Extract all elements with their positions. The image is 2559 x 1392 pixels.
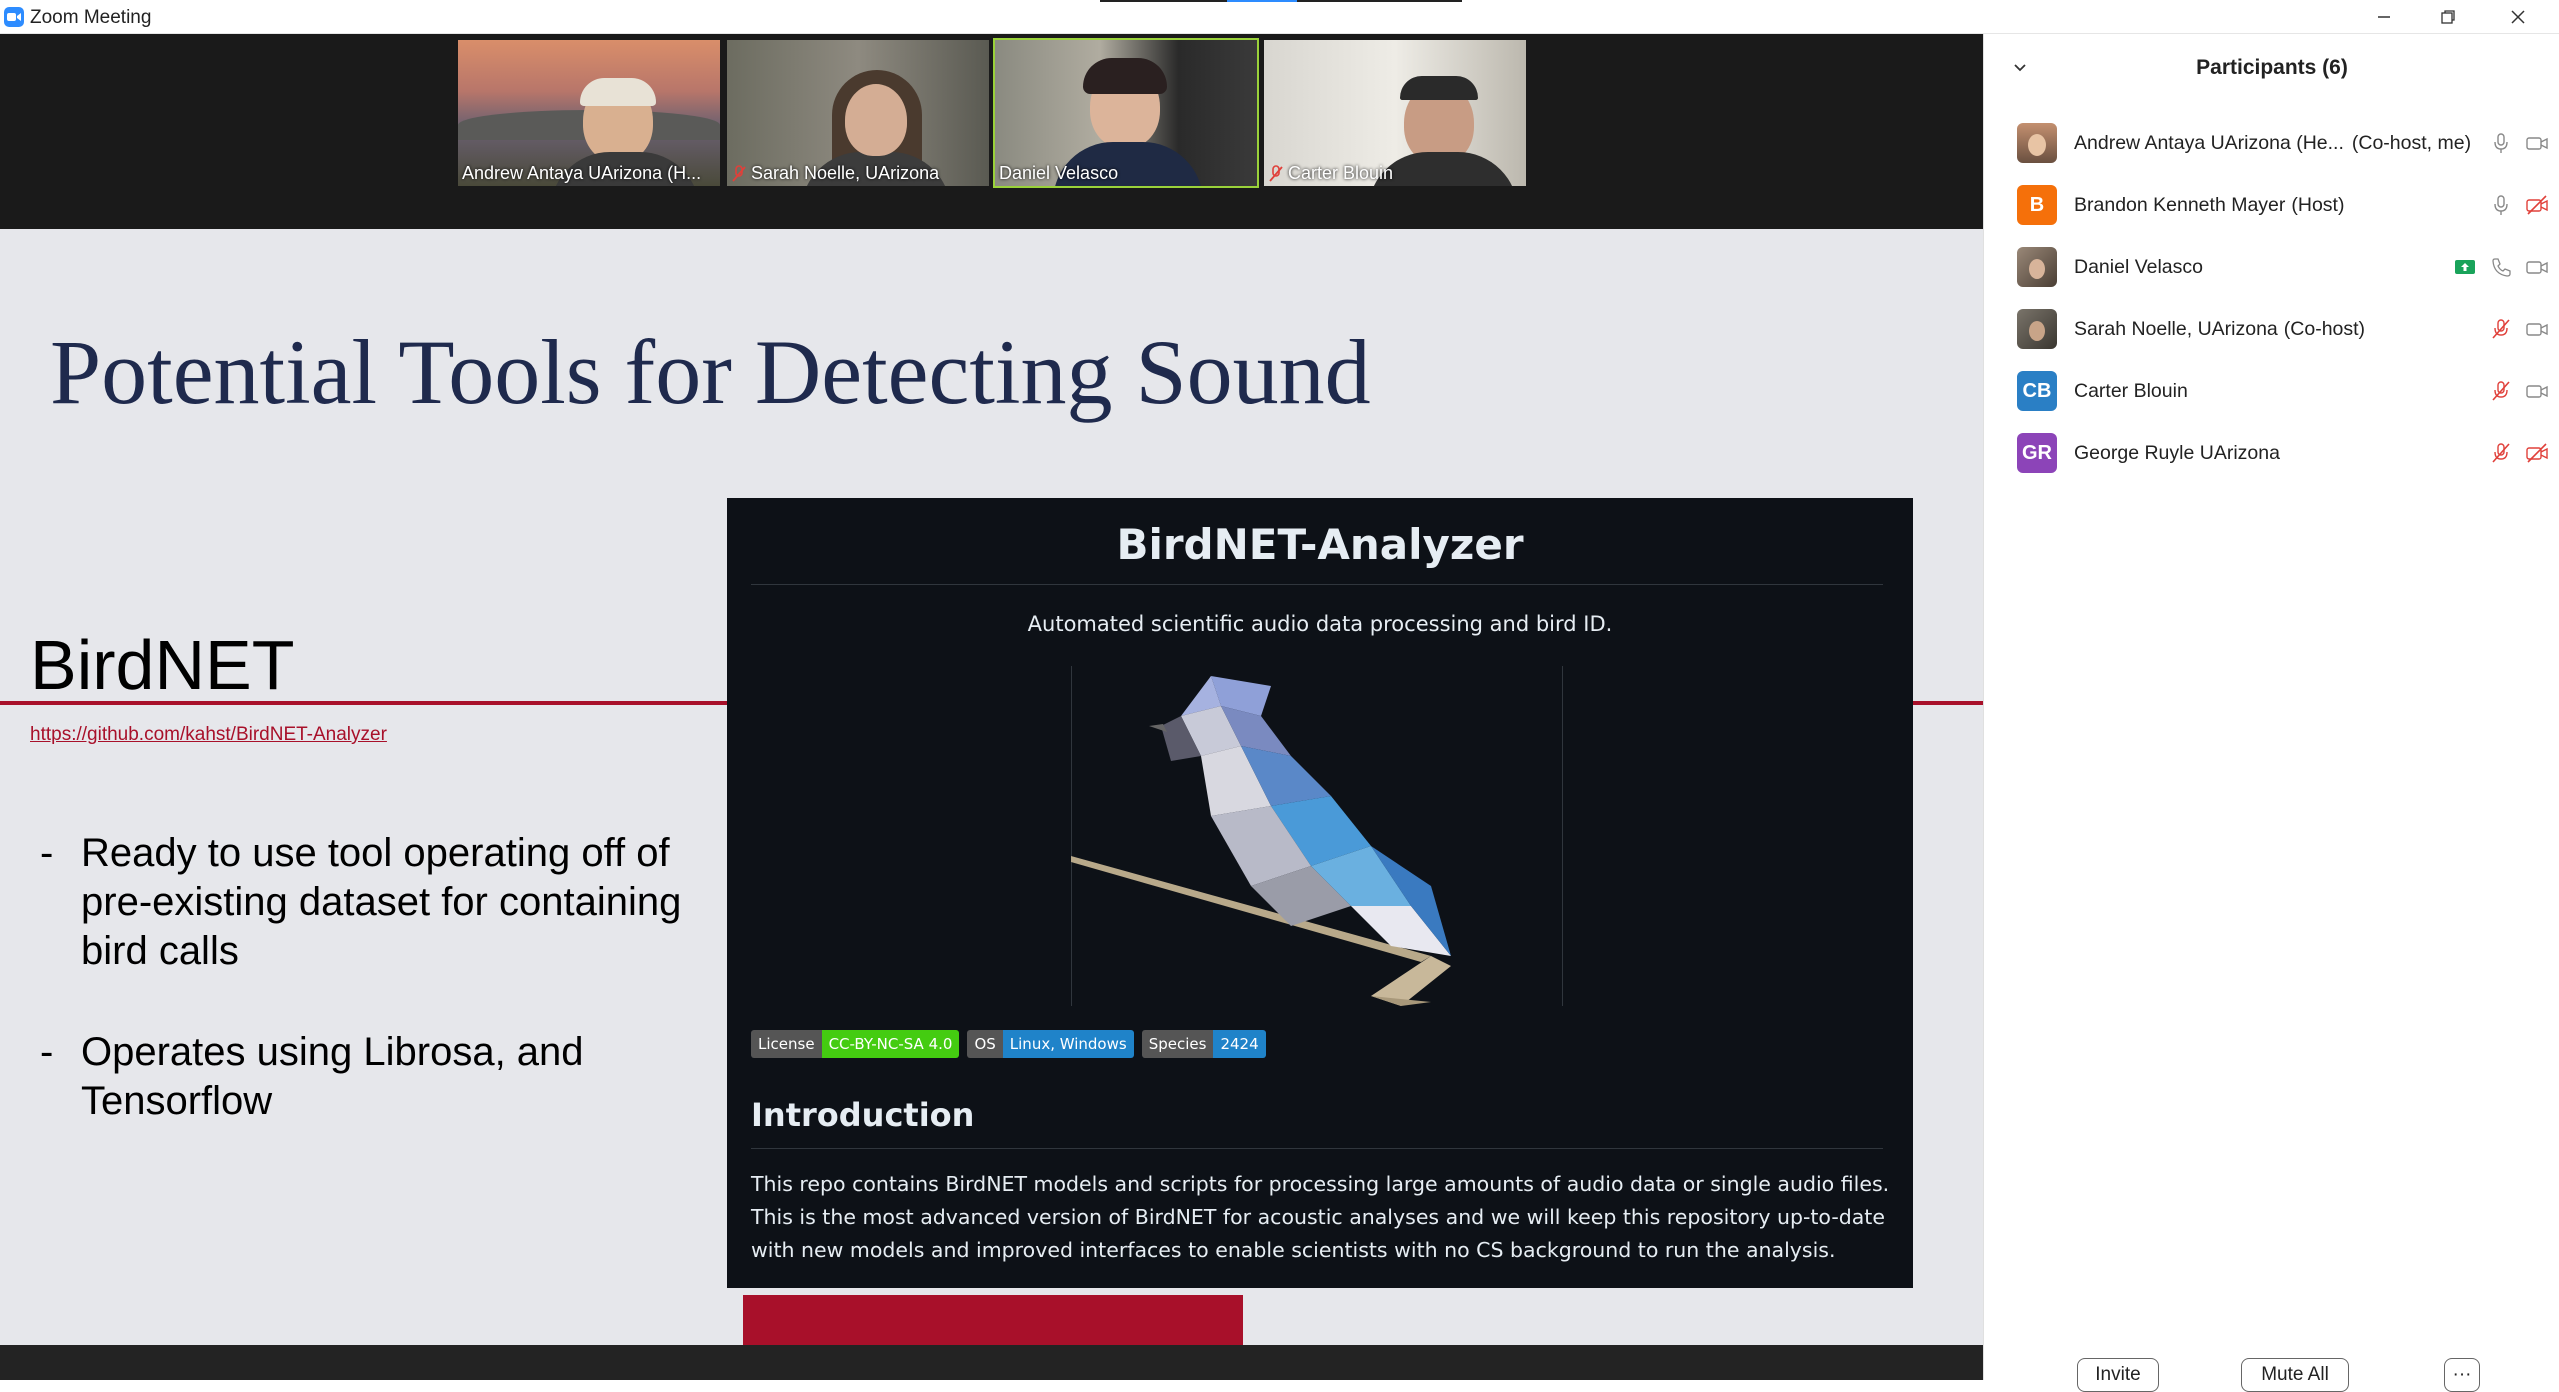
zoom-app-icon: [4, 7, 24, 27]
share-toolbar-strip[interactable]: [1100, 0, 1462, 2]
avatar: [2017, 309, 2057, 349]
os-badge[interactable]: OS Linux, Windows: [967, 1030, 1134, 1058]
participant-role: (Co-host): [2283, 317, 2366, 340]
tile-name-daniel: Daniel Velasco: [999, 163, 1119, 183]
slide-bullet-list: - Ready to use tool operating off of pre-…: [40, 829, 720, 1178]
participant-row[interactable]: Sarah Noelle, UArizona (Co-host): [1984, 298, 2559, 360]
mute-all-button[interactable]: Mute All: [2241, 1358, 2349, 1392]
participant-row[interactable]: GR George Ruyle UArizona: [1984, 422, 2559, 484]
mic-muted-icon[interactable]: [2490, 318, 2512, 340]
species-badge[interactable]: Species 2424: [1141, 1030, 1266, 1058]
repo-title: BirdNET-Analyzer: [1116, 520, 1524, 569]
video-tile-carter[interactable]: Carter Blouin: [1262, 38, 1528, 188]
repo-intro-paragraph: This repo contains BirdNET models and sc…: [751, 1172, 1890, 1262]
participant-role: (Co-host, me): [2351, 131, 2472, 154]
shared-screen-slide: Potential Tools for Detecting Sound Bird…: [0, 229, 1983, 1345]
slide-bullet: - Operates using Librosa, and Tensorflow: [40, 1030, 584, 1123]
microphone-icon[interactable]: [2490, 194, 2512, 216]
participant-row[interactable]: Daniel Velasco: [1984, 236, 2559, 298]
license-badge[interactable]: License CC-BY-NC-SA 4.0: [751, 1030, 960, 1058]
restore-icon[interactable]: [2418, 0, 2478, 34]
avatar: GR: [2017, 433, 2057, 473]
more-options-button[interactable]: ···: [2444, 1358, 2480, 1392]
video-off-icon[interactable]: [2526, 194, 2548, 216]
participant-name: Carter Blouin: [2074, 379, 2188, 402]
participant-row[interactable]: B Brandon Kenneth Mayer (Host): [1984, 174, 2559, 236]
tile-name-andrew: Andrew Antaya UArizona (H...: [462, 163, 702, 183]
close-icon[interactable]: [2488, 0, 2548, 34]
slide-title: Potential Tools for Detecting Sound: [50, 321, 1371, 423]
participant-name: Brandon Kenneth Mayer: [2074, 193, 2286, 216]
phone-icon[interactable]: [2490, 256, 2512, 278]
participant-name: Daniel Velasco: [2074, 255, 2203, 278]
invite-button[interactable]: Invite: [2077, 1358, 2159, 1392]
video-thumbnail-strip: Andrew Antaya UArizona (H... Sarah Noell…: [0, 34, 1983, 229]
window-titlebar: Zoom Meeting: [0, 0, 2559, 34]
avatar: [2017, 123, 2057, 163]
participant-row[interactable]: Andrew Antaya UArizona (He... (Co-host, m…: [1984, 112, 2559, 174]
participants-title: Participants (6): [2196, 56, 2348, 79]
video-tile-daniel[interactable]: Daniel Velasco: [993, 38, 1259, 188]
slide-github-link[interactable]: https://github.com/kahst/BirdNET-Analyze…: [30, 724, 387, 746]
meeting-controls-bar: [0, 1345, 1983, 1380]
mic-muted-icon: [1269, 164, 1283, 182]
slide-accent-block: [743, 1295, 1243, 1345]
participant-name: George Ruyle UArizona: [2074, 441, 2280, 464]
participant-name: Andrew Antaya UArizona (He...: [2074, 131, 2344, 154]
mic-muted-icon[interactable]: [2490, 380, 2512, 402]
repo-subtitle: Automated scientific audio data processi…: [1027, 612, 1613, 636]
repo-intro-heading: Introduction: [751, 1096, 975, 1134]
video-camera-icon[interactable]: [2526, 380, 2548, 402]
video-tile-andrew[interactable]: Andrew Antaya UArizona (H...: [456, 38, 722, 188]
video-off-icon[interactable]: [2526, 442, 2548, 464]
avatar: B: [2017, 185, 2057, 225]
repo-screenshot: BirdNET-Analyzer Automated scientific au…: [727, 498, 1913, 1288]
slide-divider: [1913, 701, 1983, 705]
blue-jay-bird-logo: [1071, 666, 1563, 1006]
participant-name: Sarah Noelle, UArizona: [2074, 317, 2278, 340]
avatar: CB: [2017, 371, 2057, 411]
participant-role: (Host): [2291, 193, 2345, 216]
participants-panel: Participants (6) Andrew Antaya UArizona …: [1983, 34, 2559, 1392]
microphone-icon[interactable]: [2490, 132, 2512, 154]
video-camera-icon[interactable]: [2526, 318, 2548, 340]
video-camera-icon[interactable]: [2526, 132, 2548, 154]
tile-name-sarah: Sarah Noelle, UArizona: [731, 163, 939, 184]
mic-muted-icon: [732, 164, 746, 182]
tile-name-carter: Carter Blouin: [1268, 163, 1393, 184]
screen-share-icon: [2455, 260, 2475, 274]
video-camera-icon[interactable]: [2526, 256, 2548, 278]
slide-section-title: BirdNET: [30, 626, 295, 704]
mic-muted-icon[interactable]: [2490, 442, 2512, 464]
video-tile-sarah[interactable]: Sarah Noelle, UArizona: [725, 38, 991, 188]
repo-badges: License CC-BY-NC-SA 4.0 OS Linux, Windows …: [751, 1030, 1266, 1058]
participants-list: Andrew Antaya UArizona (He... (Co-host, m…: [1984, 112, 2559, 484]
avatar: [2017, 247, 2057, 287]
window-title: Zoom Meeting: [30, 7, 152, 28]
participant-row[interactable]: CB Carter Blouin: [1984, 360, 2559, 422]
slide-divider: [0, 701, 727, 705]
minimize-icon[interactable]: [2354, 0, 2414, 34]
slide-bullet: - Ready to use tool operating off of pre-…: [40, 831, 682, 973]
